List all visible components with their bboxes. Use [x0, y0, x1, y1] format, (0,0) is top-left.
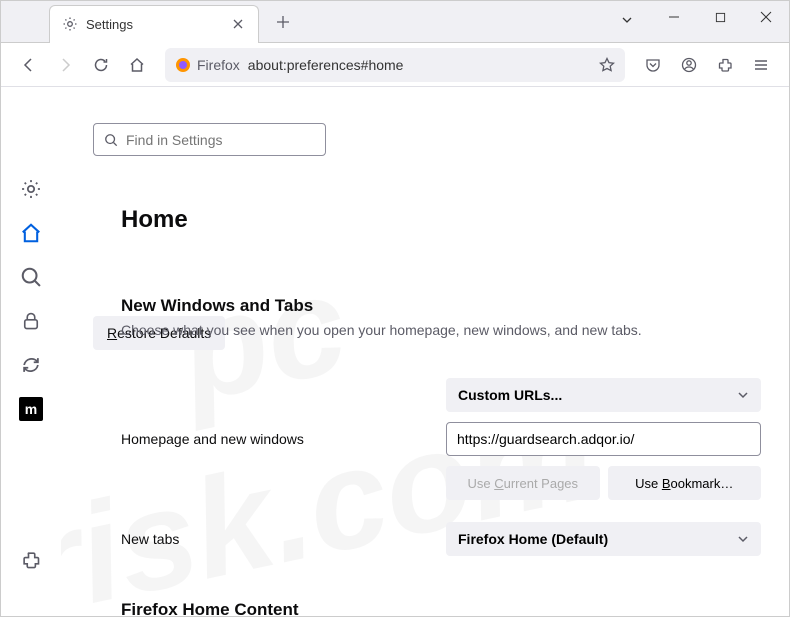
- chevron-down-icon: [737, 533, 749, 545]
- homepage-select[interactable]: Custom URLs...: [446, 378, 761, 412]
- sidebar-item-search[interactable]: [11, 257, 51, 297]
- sidebar-item-mozilla[interactable]: m: [11, 389, 51, 429]
- new-tab-button[interactable]: [269, 8, 297, 36]
- tabs-dropdown-icon[interactable]: [620, 13, 634, 27]
- newtabs-select[interactable]: Firefox Home (Default): [446, 522, 761, 556]
- sidebar-item-sync[interactable]: [11, 345, 51, 385]
- newtabs-select-value: Firefox Home (Default): [458, 531, 608, 547]
- menu-icon[interactable]: [745, 49, 777, 81]
- browser-tab[interactable]: Settings: [49, 5, 259, 43]
- settings-search[interactable]: [93, 123, 326, 156]
- chevron-down-icon: [737, 389, 749, 401]
- gear-icon: [62, 16, 78, 32]
- section-heading-windows-tabs: New Windows and Tabs: [121, 296, 761, 316]
- window-minimize-button[interactable]: [651, 1, 697, 33]
- tab-title: Settings: [86, 17, 222, 32]
- mozilla-icon: m: [19, 397, 43, 421]
- sidebar-item-home[interactable]: [11, 213, 51, 253]
- section-sub-windows-tabs: Choose what you see when you open your h…: [121, 322, 761, 338]
- url-address: about:preferences#home: [248, 57, 591, 73]
- use-current-pages-button: Use Current Pages: [446, 466, 600, 500]
- homepage-select-value: Custom URLs...: [458, 387, 562, 403]
- firefox-identity-icon[interactable]: Firefox: [175, 57, 240, 73]
- window-close-button[interactable]: [743, 1, 789, 33]
- back-button[interactable]: [13, 49, 45, 81]
- account-icon[interactable]: [673, 49, 705, 81]
- sidebar-item-extensions[interactable]: [11, 540, 51, 580]
- reload-button[interactable]: [85, 49, 117, 81]
- settings-search-input[interactable]: [126, 132, 315, 148]
- close-icon[interactable]: [230, 16, 246, 32]
- sidebar-item-privacy[interactable]: [11, 301, 51, 341]
- newtabs-label: New tabs: [121, 531, 446, 547]
- homepage-label: Homepage and new windows: [121, 431, 446, 447]
- bookmark-star-icon[interactable]: [599, 57, 615, 73]
- use-bookmark-button[interactable]: Use Bookmark…: [608, 466, 762, 500]
- pocket-icon[interactable]: [637, 49, 669, 81]
- search-icon: [104, 133, 118, 147]
- identity-label: Firefox: [197, 57, 240, 73]
- homepage-url-input[interactable]: [446, 422, 761, 456]
- section-heading-home-content: Firefox Home Content: [121, 600, 761, 616]
- page-title: Home: [121, 206, 761, 234]
- extensions-icon[interactable]: [709, 49, 741, 81]
- forward-button: [49, 49, 81, 81]
- window-maximize-button[interactable]: [697, 1, 743, 33]
- sidebar-item-general[interactable]: [11, 169, 51, 209]
- home-button[interactable]: [121, 49, 153, 81]
- url-bar[interactable]: Firefox about:preferences#home: [165, 48, 625, 82]
